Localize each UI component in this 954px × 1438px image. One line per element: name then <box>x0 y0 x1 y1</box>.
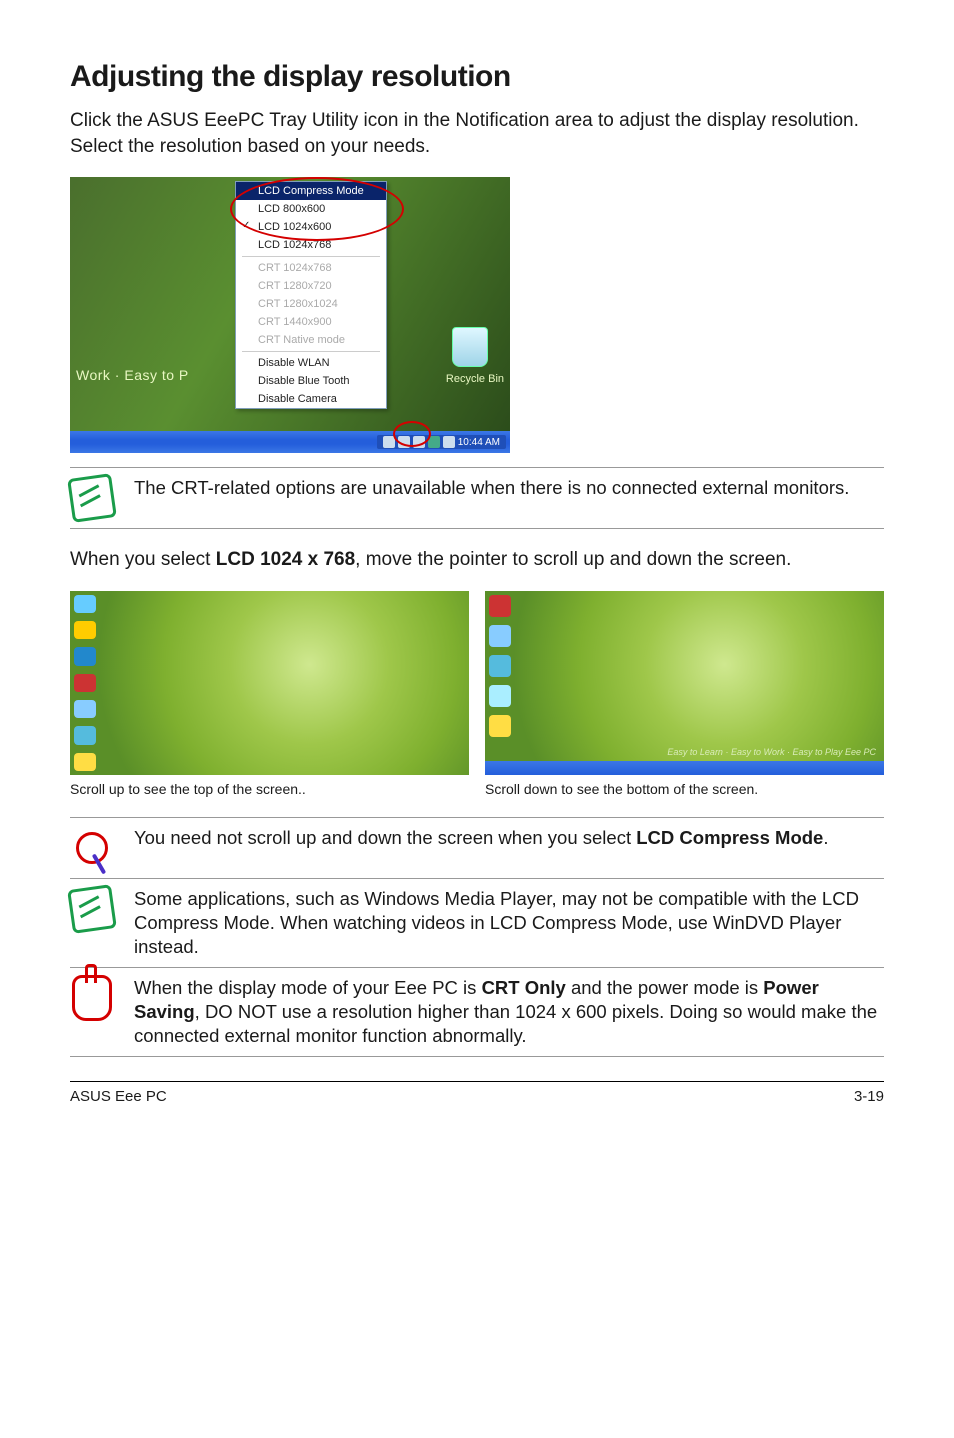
desktop-icon <box>489 625 511 647</box>
tray-icon[interactable] <box>443 436 455 448</box>
caption-left: Scroll up to see the top of the screen.. <box>70 781 469 797</box>
wallpaper-slogan: Work · Easy to P <box>76 367 189 383</box>
menu-disable-camera[interactable]: Disable Camera <box>236 390 386 408</box>
desktop-icon <box>74 726 96 744</box>
tip-icon <box>76 832 108 864</box>
menu-disable-wlan[interactable]: Disable WLAN <box>236 354 386 372</box>
taskbar[interactable]: 10:44 AM <box>70 431 510 453</box>
desktop-icon <box>74 753 96 771</box>
menu-crt-1280x1024: CRT 1280x1024 <box>236 295 386 313</box>
note-media-player: Some applications, such as Windows Media… <box>70 879 884 968</box>
note-crt-unavailable: The CRT-related options are unavailable … <box>70 467 884 529</box>
caution-icon <box>72 975 112 1021</box>
taskbar[interactable] <box>485 761 884 775</box>
recycle-bin-icon[interactable] <box>452 327 488 367</box>
tip-compress-mode: You need not scroll up and down the scre… <box>70 817 884 879</box>
desktop-icon <box>74 595 96 613</box>
menu-crt-native: CRT Native mode <box>236 331 386 349</box>
note-icon <box>67 884 117 934</box>
menu-crt-1024x768: CRT 1024x768 <box>236 259 386 277</box>
menu-crt-1280x720: CRT 1280x720 <box>236 277 386 295</box>
footer-page-number: 3-19 <box>854 1088 884 1105</box>
menu-disable-bluetooth[interactable]: Disable Blue Tooth <box>236 372 386 390</box>
tip-text: You need not scroll up and down the scre… <box>134 826 828 850</box>
desktop-icon <box>489 655 511 677</box>
taskbar-clock: 10:44 AM <box>458 437 500 448</box>
screenshot-scroll-down: Easy to Learn · Easy to Work · Easy to P… <box>485 591 884 775</box>
page-footer: ASUS Eee PC 3-19 <box>70 1081 884 1105</box>
footer-left: ASUS Eee PC <box>70 1088 167 1105</box>
wallpaper-slogan: Easy to Learn · Easy to Work · Easy to P… <box>667 747 876 757</box>
caution-text: When the display mode of your Eee PC is … <box>134 976 884 1048</box>
page-heading: Adjusting the display resolution <box>70 60 884 94</box>
tray-icon[interactable] <box>383 436 395 448</box>
note-text: Some applications, such as Windows Media… <box>134 887 884 959</box>
scroll-paragraph: When you select LCD 1024 x 768, move the… <box>70 547 884 573</box>
caption-right: Scroll down to see the bottom of the scr… <box>485 781 884 797</box>
desktop-icon <box>74 647 96 665</box>
note-text: The CRT-related options are unavailable … <box>134 476 849 500</box>
menu-crt-1440x900: CRT 1440x900 <box>236 313 386 331</box>
screenshot-scroll-up <box>70 591 469 775</box>
desktop-icon <box>489 715 511 737</box>
desktop-icon <box>74 700 96 718</box>
note-icon <box>67 473 117 523</box>
desktop-icon <box>74 621 96 639</box>
desktop-icon <box>74 674 96 692</box>
recycle-bin-label: Recycle Bin <box>446 373 504 385</box>
desktop-icon <box>489 595 511 617</box>
caution-crt-only: When the display mode of your Eee PC is … <box>70 968 884 1057</box>
screenshot-tray-menu: Work · Easy to P LCD Compress Mode LCD 8… <box>70 177 510 453</box>
intro-paragraph: Click the ASUS EeePC Tray Utility icon i… <box>70 108 884 159</box>
callout-oval-menu <box>230 177 404 241</box>
desktop-icon <box>489 685 511 707</box>
